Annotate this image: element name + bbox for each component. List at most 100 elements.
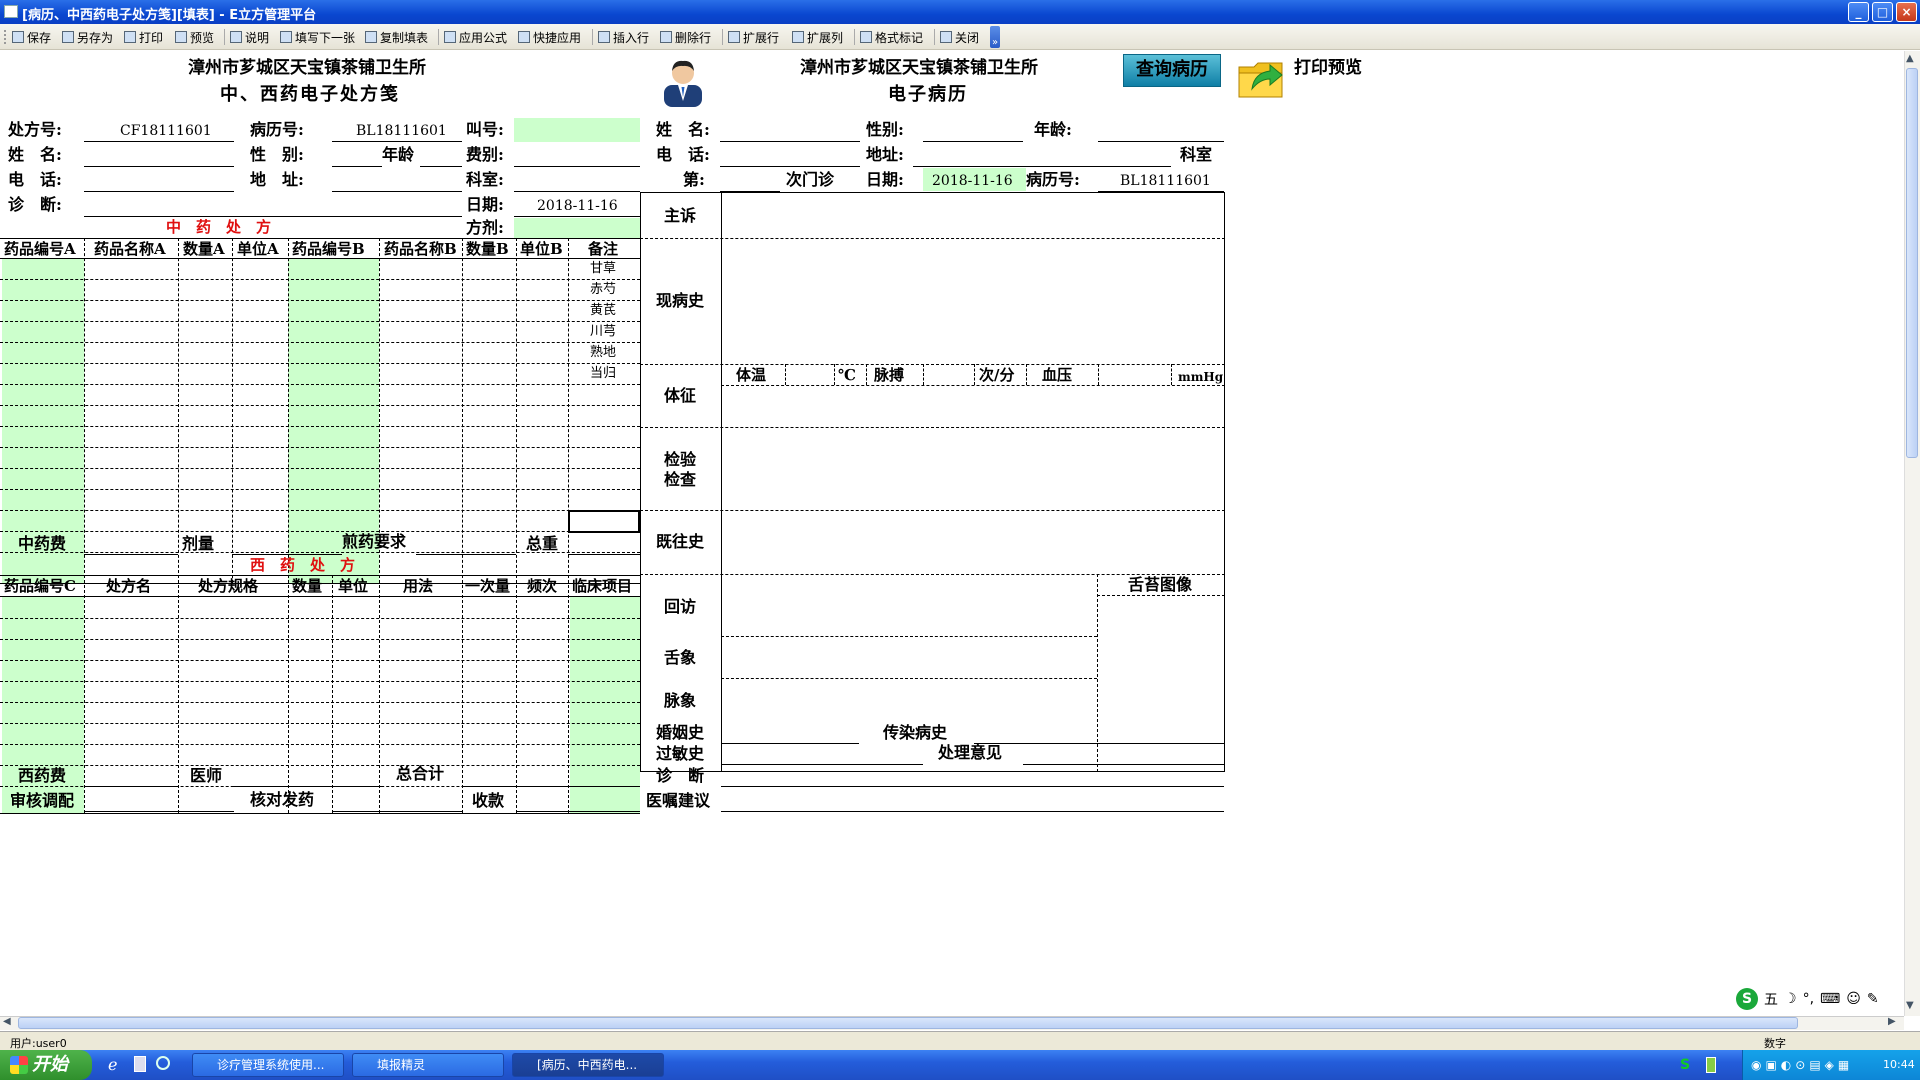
copy-fill-button[interactable]: 复制填表	[365, 28, 428, 46]
scroll-left-arrow-icon[interactable]: ◀	[3, 1016, 11, 1027]
apply-formula-button[interactable]: 应用公式	[444, 28, 507, 46]
help-button[interactable]: 说明	[230, 28, 269, 46]
emr-record-number-label: 病历号:	[1026, 170, 1080, 189]
clock[interactable]: 10:44	[1883, 1058, 1915, 1071]
emr-phone-input[interactable]	[720, 166, 860, 167]
pulse-input[interactable]	[924, 365, 974, 385]
formula-input[interactable]	[514, 218, 640, 238]
print-preview-folder-icon[interactable]	[1236, 53, 1288, 101]
sogou-ime-icon[interactable]: S	[1736, 988, 1758, 1010]
ime-mode-indicator[interactable]: 五	[1764, 989, 1778, 1009]
dose-input[interactable]	[232, 554, 342, 555]
rx-date-value[interactable]: 2018-11-16	[537, 198, 618, 214]
remark-item[interactable]: 川芎	[590, 324, 616, 340]
remark-item[interactable]: 赤芍	[590, 282, 616, 298]
quicklaunch-app-icon[interactable]	[134, 1056, 146, 1072]
toolbar-grip[interactable]	[4, 30, 7, 44]
emr-name-input[interactable]	[720, 141, 860, 142]
emr-age-input[interactable]	[1098, 141, 1224, 142]
user-icon[interactable]: ☺	[1846, 991, 1861, 1007]
emr-date-value[interactable]: 2018-11-16	[932, 173, 1013, 189]
record-number-value[interactable]: BL18111601	[356, 123, 447, 139]
remark-item[interactable]: 熟地	[590, 345, 616, 361]
expand-column-button[interactable]: 扩展列	[792, 28, 843, 46]
print-preview-link[interactable]: 打印预览	[1294, 59, 1362, 77]
taskbar-item-current-form[interactable]: [病历、中西药电...	[512, 1053, 664, 1077]
quick-apply-button[interactable]: 快捷应用	[518, 28, 581, 46]
remark-item[interactable]: 黄芪	[590, 303, 616, 319]
scroll-down-arrow-icon[interactable]: ▼	[1906, 1000, 1914, 1011]
diagnosis-input[interactable]	[84, 216, 462, 217]
vertical-scroll-thumb[interactable]	[1906, 68, 1918, 458]
follow-up-input[interactable]	[722, 575, 1096, 636]
close-window-button[interactable]: ×	[1896, 2, 1917, 22]
tray-icons[interactable]: ◉▣◐⊙▤◈▦	[1751, 1058, 1853, 1072]
halfwidth-moon-icon[interactable]: ☽	[1784, 991, 1797, 1007]
address-input[interactable]	[332, 191, 462, 192]
tools-wrench-icon[interactable]: ✎	[1867, 991, 1879, 1007]
grand-total-input[interactable]	[462, 786, 640, 787]
tcm-fee-input[interactable]	[84, 554, 178, 555]
format-mark-button[interactable]: 格式标记	[860, 28, 923, 46]
toolbar-overflow-button[interactable]: »	[990, 26, 1000, 48]
phone-input[interactable]	[84, 191, 234, 192]
tongue-input[interactable]	[722, 637, 1096, 678]
rx-number-value[interactable]: CF18111601	[120, 123, 212, 139]
query-records-button[interactable]: 查询病历	[1123, 54, 1221, 87]
past-history-input[interactable]	[722, 511, 1224, 574]
preview-button[interactable]: 预览	[175, 28, 214, 46]
cashier-input[interactable]	[516, 811, 640, 812]
quicklaunch-refresh-icon[interactable]	[156, 1056, 170, 1070]
age-input[interactable]	[420, 166, 462, 167]
department-input[interactable]	[514, 191, 640, 192]
patient-name-input[interactable]	[84, 166, 234, 167]
remark-item[interactable]: 当归	[590, 366, 616, 382]
expand-row-button[interactable]: 扩展行	[728, 28, 779, 46]
tongue-image-area[interactable]	[1098, 596, 1224, 771]
gender-input[interactable]	[332, 166, 382, 167]
call-number-input[interactable]	[514, 118, 640, 142]
taskbar-item-system[interactable]: 诊疗管理系统使用...	[192, 1053, 344, 1077]
chief-complaint-input[interactable]	[722, 193, 1224, 238]
insert-row-button[interactable]: 插入行	[598, 28, 649, 46]
maximize-button[interactable]: □	[1872, 2, 1893, 22]
lab-exam-input[interactable]	[722, 428, 1224, 510]
emr-gender-input[interactable]	[923, 141, 1023, 142]
wm-fee-input[interactable]	[84, 786, 178, 787]
tray-battery-icon[interactable]	[1706, 1057, 1716, 1073]
decoct-input[interactable]	[416, 554, 516, 555]
doctor-input[interactable]	[232, 786, 382, 787]
allergy-history-input[interactable]	[721, 764, 923, 765]
emr-address-input[interactable]	[913, 166, 1171, 167]
scroll-up-arrow-icon[interactable]: ▲	[1906, 53, 1914, 64]
total-weight-input[interactable]	[568, 554, 640, 555]
scroll-right-arrow-icon[interactable]: ▶	[1888, 1016, 1896, 1027]
sogou-tray-icon[interactable]: S	[1680, 1057, 1690, 1073]
emr-diagnosis-input[interactable]	[721, 786, 1224, 787]
blood-pressure-input[interactable]	[1099, 365, 1171, 385]
remark-item[interactable]: 甘草	[590, 261, 616, 277]
temperature-input[interactable]	[786, 365, 834, 385]
delete-row-button[interactable]: 删除行	[660, 28, 711, 46]
fee-type-input[interactable]	[514, 166, 640, 167]
print-button[interactable]: 打印	[124, 28, 163, 46]
dispense-check-input[interactable]	[332, 811, 462, 812]
minimize-button[interactable]: _	[1848, 2, 1869, 22]
punctuation-icon[interactable]: °,	[1803, 991, 1814, 1007]
close-form-button[interactable]: 关闭	[940, 28, 979, 46]
emr-record-number-value[interactable]: BL18111601	[1120, 173, 1211, 189]
clinical-item-column[interactable]	[570, 596, 640, 813]
ie-browser-icon[interactable]: ℯ	[108, 1055, 117, 1074]
taskbar-item-fill-wizard[interactable]: 填报精灵	[352, 1053, 504, 1077]
present-illness-input[interactable]	[722, 239, 1224, 364]
marriage-history-input[interactable]	[721, 743, 859, 744]
review-input[interactable]	[84, 811, 234, 812]
horizontal-scroll-thumb[interactable]	[18, 1017, 1798, 1029]
keyboard-icon[interactable]: ⌨	[1820, 991, 1840, 1007]
fill-next-button[interactable]: 填写下一张	[280, 28, 355, 46]
save-button[interactable]: 保存	[12, 28, 51, 46]
medical-advice-input[interactable]	[721, 811, 1224, 812]
infectious-history-input[interactable]	[974, 743, 1224, 744]
treatment-opinion-input[interactable]	[1023, 764, 1224, 765]
save-as-button[interactable]: 另存为	[62, 28, 113, 46]
